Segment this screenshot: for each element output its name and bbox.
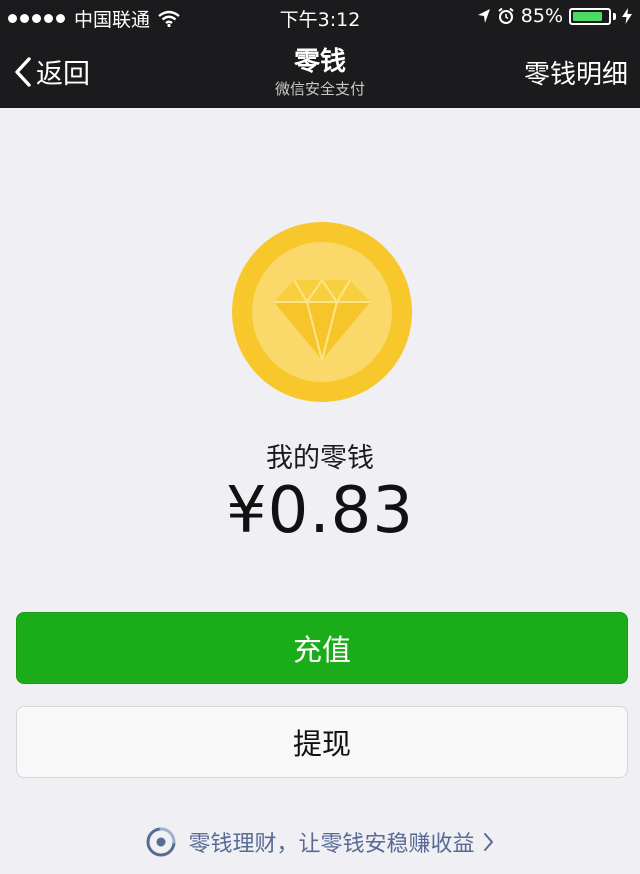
battery-percent: 85% <box>520 5 563 27</box>
diamond-coin-icon <box>232 222 412 402</box>
withdraw-button[interactable]: 提现 <box>16 706 628 778</box>
balance-label: 我的零钱 <box>266 443 374 474</box>
status-bar: 中国联通 下午3:12 85% <box>0 0 640 32</box>
status-right: 85% <box>477 5 632 27</box>
wealth-management-link[interactable]: 零钱理财，让零钱安稳赚收益 <box>0 826 640 858</box>
wealth-management-icon <box>146 827 176 857</box>
battery-tip <box>613 12 616 20</box>
battery-icon <box>569 7 611 25</box>
nav-bar: 返回 零钱 微信安全支付 零钱明细 <box>0 32 640 108</box>
recharge-button[interactable]: 充值 <box>16 612 628 684</box>
balance-amount: ¥0.83 <box>225 474 415 548</box>
charging-bolt-icon <box>622 8 632 24</box>
balance-details-link[interactable]: 零钱明细 <box>524 54 628 91</box>
wealth-link-label: 零钱理财，让零钱安稳赚收益 <box>188 832 475 857</box>
chevron-right-icon <box>483 833 493 851</box>
location-arrow-icon <box>477 9 490 23</box>
battery-fill <box>573 11 602 21</box>
alarm-icon <box>498 7 514 24</box>
